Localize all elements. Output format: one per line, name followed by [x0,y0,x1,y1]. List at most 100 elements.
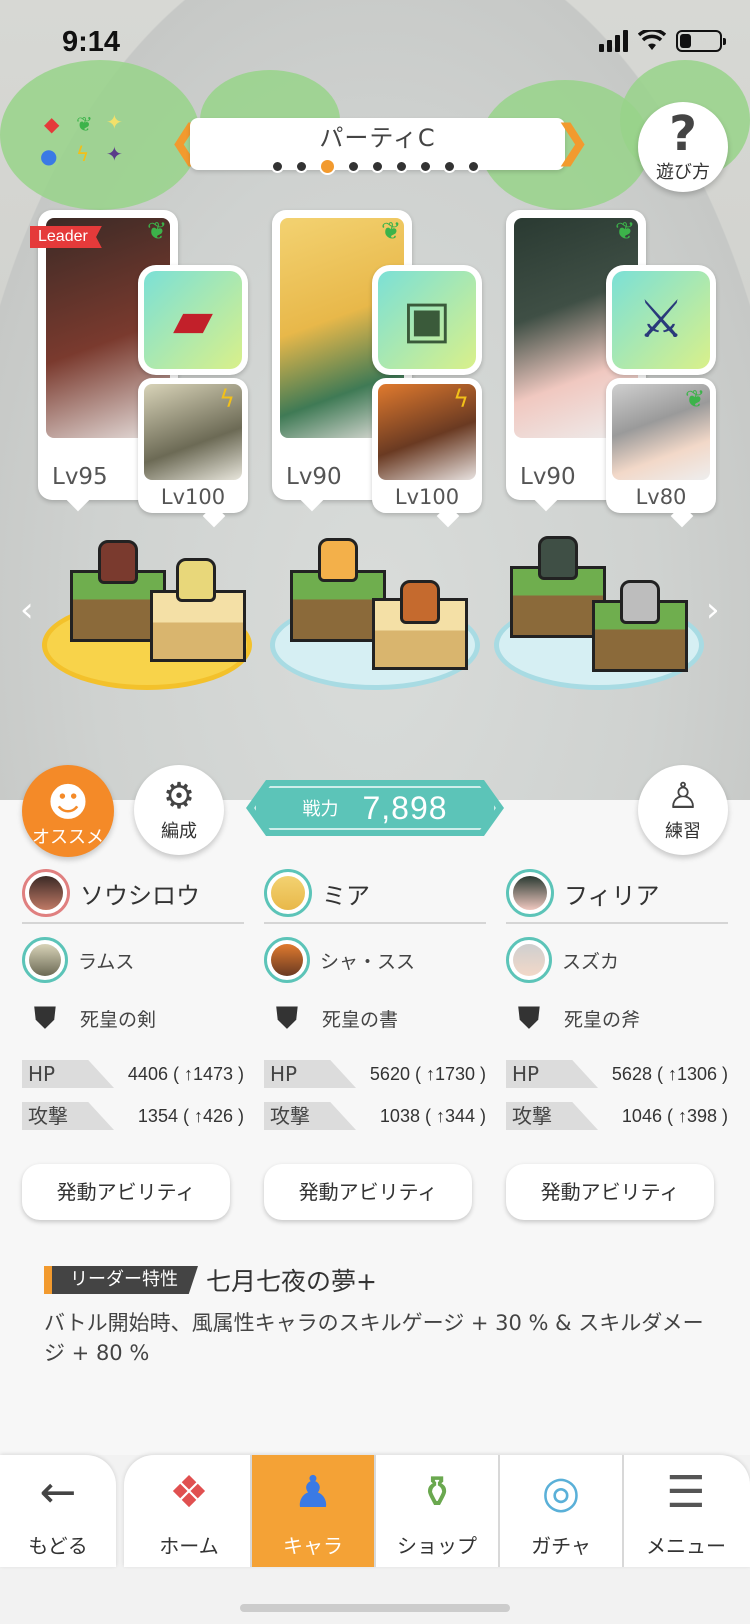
main-level: Lv95 [52,464,108,490]
shop-icon: ⚱ [418,1467,456,1518]
sub-character-row[interactable]: ラムス [22,930,244,990]
unit-stats-column-1: ソウシロウ ラムス ⛊ 死皇の剣 HP 4406 ( ↑1473 ) 攻撃 13… [22,868,244,1130]
chara-icon: ♟ [293,1467,333,1518]
equipment-icon: ⛊ [517,1000,541,1036]
ability-button-1[interactable]: 発動アビリティ [22,1164,230,1220]
tab-chara[interactable]: ♟ キャラ [252,1455,376,1567]
battery-icon [676,30,726,52]
red-sword-icon: ▰ [144,271,242,369]
page-dot[interactable] [346,160,360,173]
main-character-row[interactable]: ソウシロウ [22,868,244,924]
sub-character-name: スズカ [562,950,620,973]
equipment-name: 死皇の書 [322,1008,399,1031]
sub-level: Lv100 [160,485,226,509]
character-avatar [506,869,554,917]
page-dot[interactable] [370,160,384,173]
leader-tag: Leader [30,226,102,248]
hp-value: 5620 ( ↑1730 ) [369,1063,486,1084]
tab-shop[interactable]: ⚱ ショップ [376,1455,500,1567]
wind-element-icon: ❦ [614,217,636,245]
hp-value: 4406 ( ↑1473 ) [127,1063,244,1084]
leader-skill: リーダー特性 七月七夜の夢+ バトル開始時、風属性キャラのスキルゲージ + 30… [44,1262,724,1368]
chibi-sprite [620,580,660,624]
question-icon: ? [669,106,697,162]
page-dot[interactable] [466,160,480,173]
sub-character-name: ラムス [78,950,135,973]
sub-level: Lv80 [635,485,687,509]
back-arrow-icon: ← [39,1467,77,1518]
page-dot[interactable] [442,160,456,173]
unit-slot-1[interactable]: ❦ Lv95 Leader ▰ ϟ Lv100 [30,210,268,540]
page-dot[interactable] [270,160,284,173]
practice-button[interactable]: ♙ 練習 [638,765,728,855]
sub-character-card[interactable]: ϟ Lv100 [372,378,482,513]
party-name: パーティC [319,124,436,152]
page-dot[interactable] [394,160,408,173]
chibi-sprite [538,536,578,580]
sub-level: Lv100 [394,485,460,509]
page-dot[interactable] [294,160,308,173]
equipment-slot[interactable]: ▰ [138,265,248,375]
main-level: Lv90 [520,464,576,490]
status-time: 9:14 [62,26,121,58]
how-to-play-button[interactable]: ? 遊び方 [638,102,728,192]
main-level: Lv90 [286,464,342,490]
chibi-sprite [176,558,216,602]
equipment-row[interactable]: ⛊ 死皇の斧 [506,990,728,1046]
chibi-sprite [400,580,440,624]
thunder-element-icon: ϟ [219,385,235,413]
page-dot[interactable] [418,160,432,173]
tab-menu[interactable]: ☰ メニュー [624,1455,748,1567]
hp-stat: HP 5628 ( ↑1306 ) [506,1060,728,1088]
sub-avatar [506,937,552,983]
scroll-left-arrow[interactable]: ‹ [20,590,34,630]
practice-label: 練習 [665,821,701,842]
training-dummy-icon: ♙ [666,776,700,817]
sub-character-card[interactable]: ❦ Lv80 [606,378,716,513]
recommend-icon: ☻ [47,780,89,826]
equipment-slot[interactable]: ▣ [372,265,482,375]
sub-character-name: シャ・スス [320,950,416,973]
attack-value: 1354 ( ↑426 ) [137,1105,244,1126]
attack-value: 1038 ( ↑344 ) [379,1105,486,1126]
scroll-right-arrow[interactable]: › [706,590,720,630]
how-to-play-label: 遊び方 [656,162,710,183]
formation-gear-icon: ⚙ [162,776,196,817]
ability-button-2[interactable]: 発動アビリティ [264,1164,472,1220]
wifi-icon [638,30,666,50]
sub-character-row[interactable]: シャ・スス [264,930,486,990]
leader-skill-title: 七月七夜の夢+ [206,1267,377,1296]
leader-skill-description: バトル開始時、風属性キャラのスキルゲージ + 30 % & スキルダメージ + … [44,1311,704,1365]
page-dot-active[interactable] [318,158,336,175]
main-character-row[interactable]: ミア [264,868,486,924]
equipment-row[interactable]: ⛊ 死皇の書 [264,990,486,1046]
equipment-slot[interactable]: ⚔ [606,265,716,375]
tab-home[interactable]: ❖ ホーム [128,1455,252,1567]
home-indicator[interactable] [240,1604,510,1612]
sub-character-row[interactable]: スズカ [506,930,728,990]
equipment-row[interactable]: ⛊ 死皇の剣 [22,990,244,1046]
tab-gacha[interactable]: ◎ ガチャ [500,1455,624,1567]
equipment-name: 死皇の斧 [564,1008,641,1031]
back-button[interactable]: ← もどる [0,1455,116,1567]
chibi-sprite [98,540,138,584]
status-bar: 9:14 [0,0,750,90]
hp-stat: HP 4406 ( ↑1473 ) [22,1060,244,1088]
sub-character-card[interactable]: ϟ Lv100 [138,378,248,513]
unit-stats-column-3: フィリア スズカ ⛊ 死皇の斧 HP 5628 ( ↑1306 ) 攻撃 104… [506,868,728,1130]
unit-stats-column-2: ミア シャ・スス ⛊ 死皇の書 HP 5620 ( ↑1730 ) 攻撃 103… [264,868,486,1130]
ability-button-3[interactable]: 発動アビリティ [506,1164,714,1220]
character-name: ソウシロウ [80,881,200,910]
unit-slot-3[interactable]: ❦ Lv90 ⚔ ❦ Lv80 [506,210,736,540]
character-name: フィリア [564,881,660,910]
attack-value: 1046 ( ↑398 ) [621,1105,728,1126]
unit-slot-2[interactable]: ❦ Lv90 ▣ ϟ Lv100 [272,210,502,540]
chibi-sprite [318,538,358,582]
character-name: ミア [322,881,370,910]
equipment-name: 死皇の剣 [80,1008,157,1031]
formation-button[interactable]: ⚙ 編成 [134,765,224,855]
recommend-button[interactable]: ☻ オススメ [22,765,114,857]
main-character-row[interactable]: フィリア [506,868,728,924]
wind-element-icon: ❦ [684,385,706,413]
leader-skill-badge: リーダー特性 [44,1266,198,1294]
